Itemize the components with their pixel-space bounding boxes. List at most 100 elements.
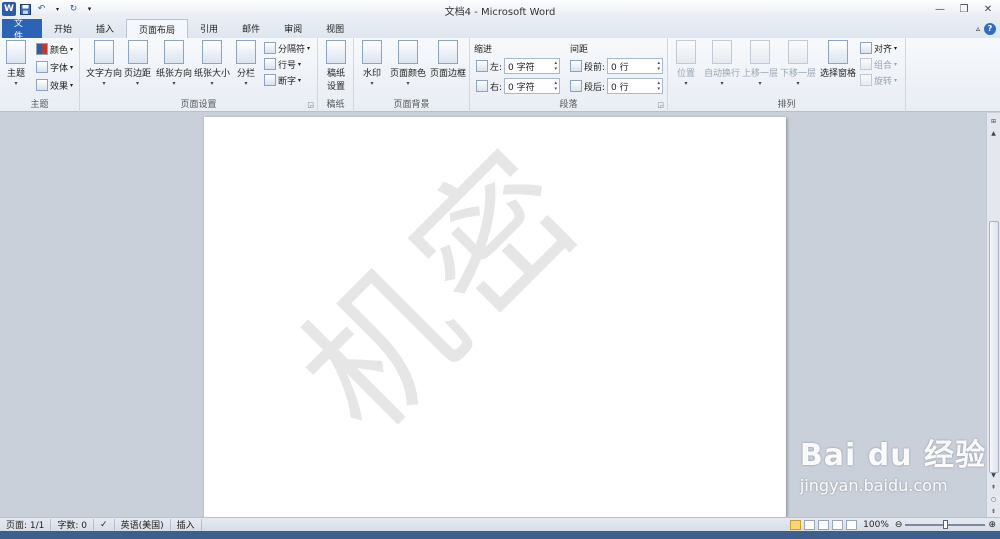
group-label-arrange: 排列 bbox=[777, 100, 796, 110]
tab-review[interactable]: 审阅 bbox=[272, 19, 314, 38]
selection-pane-icon bbox=[828, 40, 848, 64]
bring-forward-icon bbox=[750, 40, 770, 64]
minimize-ribbon-icon[interactable]: ▵ bbox=[976, 24, 980, 33]
status-page[interactable]: 页面: 1/1 bbox=[0, 518, 52, 531]
indent-right-icon bbox=[476, 80, 488, 92]
status-language[interactable]: 英语(美国) bbox=[115, 518, 171, 531]
tab-page-layout[interactable]: 页面布局 bbox=[126, 19, 189, 38]
orientation-button[interactable]: 纸张方向 ▾ bbox=[156, 40, 192, 87]
tab-file[interactable]: 文件 bbox=[2, 19, 42, 42]
columns-button[interactable]: 分栏 ▾ bbox=[236, 40, 256, 87]
breaks-button[interactable]: 分隔符 ▾ bbox=[264, 40, 310, 56]
draft-view-icon[interactable] bbox=[846, 520, 858, 530]
manuscript-settings-button[interactable]: 稿纸 设置 bbox=[326, 40, 346, 92]
baidu-brand: Bai du 经验 bbox=[799, 438, 986, 473]
page-color-button[interactable]: 页面颜色 ▾ bbox=[390, 40, 426, 87]
group-manuscript: 稿纸 设置 稿纸 bbox=[318, 38, 354, 112]
previous-page-icon[interactable]: ⇞ bbox=[987, 481, 1000, 493]
baidu-url: jingyan.baidu.com bbox=[799, 476, 948, 495]
status-bar: 页面: 1/1 字数: 0 ✓ 英语(美国) 插入 100% ⊖ ⊕ bbox=[0, 517, 1000, 531]
paper-size-icon bbox=[202, 40, 222, 64]
spacing-before-input[interactable]: 0 行 ▴ ▾ bbox=[607, 58, 664, 74]
text-direction-button[interactable]: 文字方向 ▾ bbox=[86, 40, 122, 87]
tab-mailings[interactable]: 邮件 bbox=[230, 19, 272, 38]
group-label-page-background: 页面背景 bbox=[393, 100, 430, 110]
tab-references[interactable]: 引用 bbox=[188, 19, 230, 38]
zoom-slider-thumb[interactable] bbox=[942, 520, 948, 529]
scrollbar-thumb[interactable] bbox=[989, 221, 999, 473]
zoom-slider[interactable] bbox=[905, 520, 986, 529]
tab-insert[interactable]: 插入 bbox=[84, 19, 126, 38]
watermark-button[interactable]: 水印 ▾ bbox=[362, 40, 382, 87]
page-borders-button[interactable]: 页面边框 bbox=[430, 40, 466, 79]
theme-fonts-button[interactable]: 字体 ▾ bbox=[36, 59, 73, 75]
dialog-launcher-icon[interactable]: ◲ bbox=[657, 101, 664, 109]
scroll-down-icon[interactable]: ▼ bbox=[987, 469, 1000, 481]
window-controls: — ❐ ✕ bbox=[928, 0, 1000, 18]
theme-effects-button[interactable]: 效果 ▾ bbox=[36, 77, 73, 93]
ruler-toggle-icon[interactable]: ⊞ bbox=[987, 115, 1000, 127]
word-app-icon[interactable]: W bbox=[2, 2, 16, 16]
redo-icon[interactable]: ↻ bbox=[67, 3, 80, 16]
wrap-text-icon bbox=[712, 40, 732, 64]
dialog-launcher-icon[interactable]: ◲ bbox=[307, 101, 314, 109]
theme-colors-button[interactable]: 颜色 ▾ bbox=[36, 41, 73, 57]
page-color-icon bbox=[398, 40, 418, 64]
hyphenation-button[interactable]: 断字 ▾ bbox=[264, 72, 301, 88]
full-screen-reading-icon[interactable] bbox=[804, 520, 816, 530]
customize-qat-icon[interactable]: ▾ bbox=[83, 3, 96, 16]
title-bar: W ↶ ▾ ↻ ▾ 文档4 - Microsoft Word — ❐ ✕ bbox=[0, 0, 1000, 18]
status-word-count[interactable]: 字数: 0 bbox=[51, 518, 95, 531]
indent-left-input[interactable]: 0 字符 ▴ ▾ bbox=[504, 58, 561, 74]
indent-left-icon bbox=[476, 60, 488, 72]
print-layout-view-icon[interactable] bbox=[790, 520, 802, 530]
text-direction-icon bbox=[94, 40, 114, 64]
scroll-up-icon[interactable]: ▲ bbox=[987, 127, 1000, 139]
vertical-scrollbar[interactable]: ⊞ ▲ ▼ ⇞ ○ ⇟ bbox=[986, 113, 1000, 517]
ribbon: 主题 ▾ 颜色 ▾ 字体 ▾ 效果 ▾ 主题 文字方向 ▾ 页边距 ▾ 纸张方向… bbox=[0, 38, 1000, 112]
tab-home[interactable]: 开始 bbox=[42, 19, 84, 38]
indent-title: 缩进 bbox=[474, 45, 493, 55]
effects-icon bbox=[36, 79, 48, 91]
close-button[interactable]: ✕ bbox=[976, 0, 1000, 18]
restore-button[interactable]: ❐ bbox=[952, 0, 976, 18]
zoom-out-icon[interactable]: ⊖ bbox=[895, 520, 903, 530]
group-label-page-setup: 页面设置 bbox=[180, 100, 217, 110]
group-objects-button[interactable]: 组合 ▾ bbox=[860, 56, 897, 72]
rotate-button[interactable]: 旋转 ▾ bbox=[860, 72, 897, 88]
send-backward-button[interactable]: 下移一层 ▾ bbox=[780, 40, 816, 87]
undo-icon[interactable]: ↶ bbox=[35, 3, 48, 16]
help-icon[interactable]: ? bbox=[984, 22, 996, 35]
themes-button[interactable]: 主题 ▾ bbox=[6, 40, 26, 87]
align-button[interactable]: 对齐 ▾ bbox=[860, 40, 897, 56]
indent-right-input[interactable]: 0 字符 ▴ ▾ bbox=[504, 78, 561, 94]
ribbon-tabs: 文件 开始 插入 页面布局 引用 邮件 审阅 视图 ▵ ? bbox=[0, 18, 1000, 42]
line-numbers-button[interactable]: 行号 ▾ bbox=[264, 56, 301, 72]
group-paragraph: 缩进 间距 左: 0 字符 ▴ ▾ 右: 0 字符 ▴ ▾ 段前: 0 行 ▴ ▾ 段后: … bbox=[470, 38, 668, 112]
position-button[interactable]: 位置 ▾ bbox=[676, 40, 696, 87]
margins-button[interactable]: 页边距 ▾ bbox=[124, 40, 151, 87]
status-insert-mode[interactable]: 插入 bbox=[171, 518, 202, 531]
margins-icon bbox=[127, 40, 148, 64]
watermark-icon bbox=[362, 40, 382, 64]
bring-forward-button[interactable]: 上移一层 ▾ bbox=[742, 40, 778, 87]
next-page-icon[interactable]: ⇟ bbox=[987, 505, 1000, 517]
tab-view[interactable]: 视图 bbox=[314, 19, 356, 38]
wrap-text-button[interactable]: 自动换行 ▾ bbox=[704, 40, 740, 87]
minimize-button[interactable]: — bbox=[928, 0, 952, 18]
dropdown-arrow-icon[interactable]: ▾ bbox=[51, 3, 64, 16]
size-button[interactable]: 纸张大小 ▾ bbox=[194, 40, 230, 87]
document-page[interactable]: 机密 bbox=[204, 117, 786, 517]
zoom-level[interactable]: 100% bbox=[863, 520, 889, 530]
os-taskbar bbox=[0, 531, 1000, 539]
selection-pane-button[interactable]: 选择窗格 bbox=[820, 40, 856, 79]
save-icon[interactable] bbox=[19, 3, 32, 16]
manuscript-icon bbox=[326, 40, 346, 64]
spacing-after-input[interactable]: 0 行 ▴ ▾ bbox=[607, 78, 664, 94]
columns-icon bbox=[236, 40, 256, 64]
proofing-icon[interactable]: ✓ bbox=[94, 518, 115, 531]
web-layout-icon[interactable] bbox=[818, 520, 830, 530]
zoom-in-icon[interactable]: ⊕ bbox=[988, 520, 996, 530]
browse-object-icon[interactable]: ○ bbox=[987, 493, 1000, 505]
outline-view-icon[interactable] bbox=[832, 520, 844, 530]
